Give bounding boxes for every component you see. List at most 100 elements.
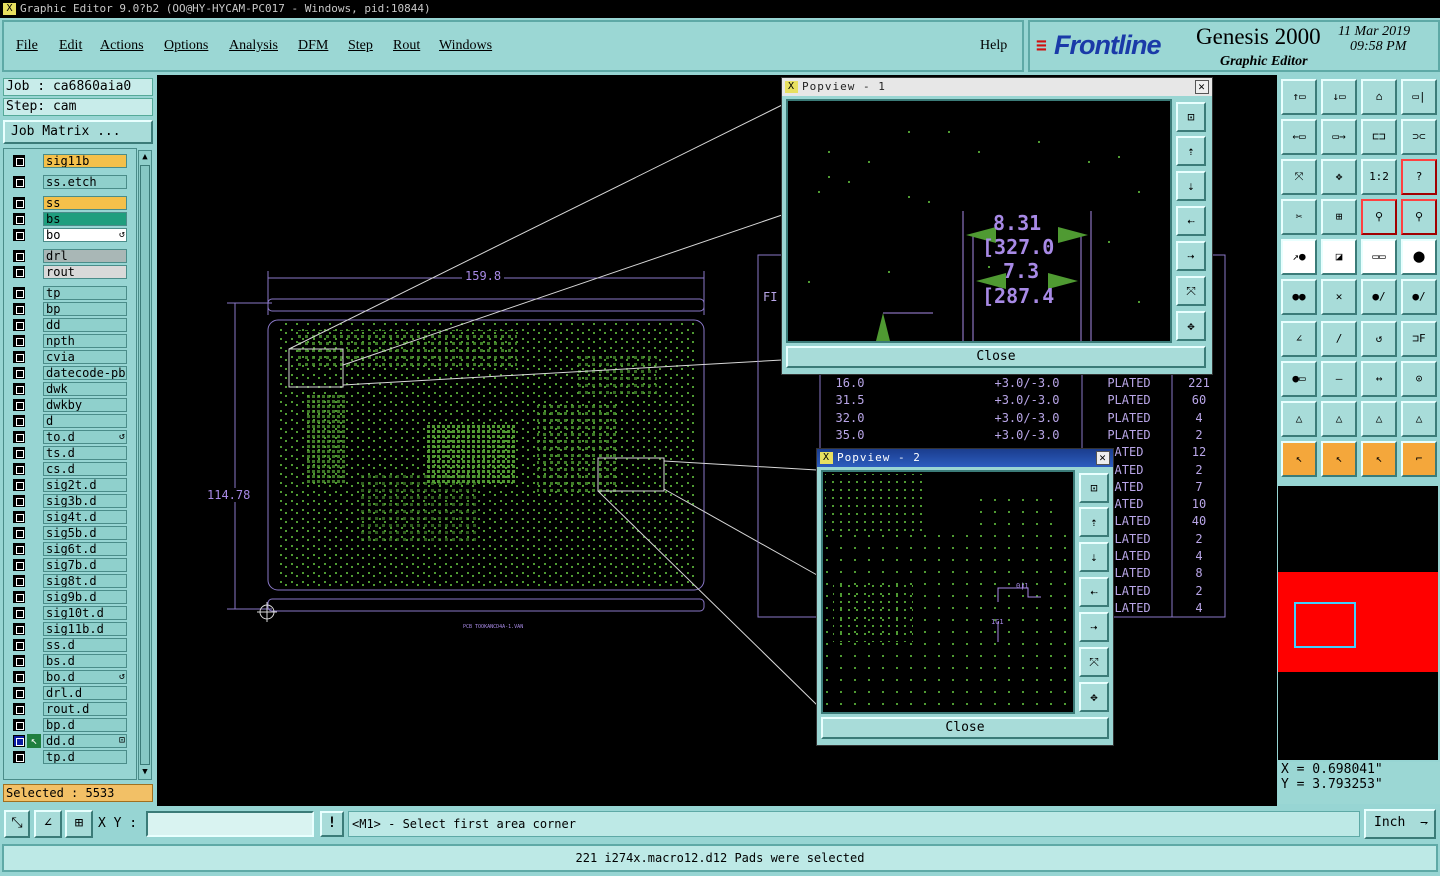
layer-snap-icon[interactable]: ⚲ xyxy=(1361,199,1397,235)
layer-checkbox[interactable] xyxy=(13,431,25,443)
home-icon[interactable]: ⌂ xyxy=(1361,79,1397,115)
menu-dfm[interactable]: DFM xyxy=(298,38,328,54)
layer-row[interactable]: ss xyxy=(11,196,127,210)
layer-row[interactable]: ts.d xyxy=(11,446,127,460)
layer-name[interactable]: bs xyxy=(43,212,127,226)
layer-row[interactable]: bs xyxy=(11,212,127,226)
layer-checkbox[interactable] xyxy=(13,351,25,363)
layer-checkbox[interactable] xyxy=(13,703,25,715)
layer-row[interactable]: sig6t.d xyxy=(11,542,127,556)
menu-actions[interactable]: Actions xyxy=(100,38,144,54)
layer-name[interactable]: ss xyxy=(43,196,127,210)
popview-2-pan-right-icon[interactable]: ⇢ xyxy=(1079,612,1109,642)
text-icon[interactable]: ⊐F xyxy=(1401,321,1437,357)
triangle4-icon[interactable]: △ xyxy=(1401,401,1437,437)
menu-analysis[interactable]: Analysis xyxy=(229,38,278,54)
popview-1-close-icon[interactable]: ✕ xyxy=(1195,80,1209,94)
layer-row[interactable]: sig10t.d xyxy=(11,606,127,620)
layer-checkbox[interactable] xyxy=(13,559,25,571)
popview-1-canvas[interactable]: 8.31 [327.0 7.3 [287.4 xyxy=(786,99,1172,343)
grid-icon[interactable]: ⊞ xyxy=(1321,199,1357,235)
popview-2-pan-down-icon[interactable]: ⇣ xyxy=(1079,542,1109,572)
layer-checkbox[interactable] xyxy=(13,415,25,427)
popview-1-zoom-in-icon[interactable]: ✥ xyxy=(1176,311,1206,341)
select-layer-icon[interactable]: ◪ xyxy=(1321,239,1357,275)
layer-name[interactable]: dd.d xyxy=(43,734,127,748)
popview-1-pan-down-icon[interactable]: ⇣ xyxy=(1176,171,1206,201)
layer-name[interactable]: bo.d xyxy=(43,670,127,684)
layer-name[interactable]: rout.d xyxy=(43,702,127,716)
pointer3-icon[interactable]: ↖ xyxy=(1361,441,1397,477)
layer-row[interactable]: rout.d xyxy=(11,702,127,716)
popview-1-zoom-home-icon[interactable]: ⊡ xyxy=(1176,102,1206,132)
layer-name[interactable]: ss.d xyxy=(43,638,127,652)
layer-name[interactable]: drl xyxy=(43,249,127,263)
scale-icon[interactable]: 1:2 xyxy=(1361,159,1397,195)
menu-file[interactable]: File xyxy=(16,38,38,54)
popview-2-zoom-home-icon[interactable]: ⊡ xyxy=(1079,473,1109,503)
angle-icon[interactable]: ∠ xyxy=(1281,321,1317,357)
layer-row[interactable]: ↖ dd.d ⊡ xyxy=(11,734,127,748)
layer-name[interactable]: bo xyxy=(43,228,127,242)
layer-name[interactable]: dwk xyxy=(43,382,127,396)
triangle3-icon[interactable]: △ xyxy=(1361,401,1397,437)
popview-2-canvas[interactable]: 0|1 1G1 xyxy=(821,470,1075,714)
layer-name[interactable]: d xyxy=(43,414,127,428)
popview-1-pan-up-icon[interactable]: ⇡ xyxy=(1176,136,1206,166)
layer-row[interactable]: sig5b.d xyxy=(11,526,127,540)
layer-name[interactable]: sig11b xyxy=(43,154,127,168)
layer-name[interactable]: bp.d xyxy=(43,718,127,732)
pad-icon[interactable]: ⬤ xyxy=(1401,239,1437,275)
layer-name[interactable]: sig11b.d xyxy=(43,622,127,636)
layer-checkbox[interactable] xyxy=(13,399,25,411)
popview-1-pan-left-icon[interactable]: ⇠ xyxy=(1176,206,1206,236)
snap-icon[interactable]: ⤡ xyxy=(4,810,30,838)
layer-name[interactable]: sig9b.d xyxy=(43,590,127,604)
layer-checkbox[interactable] xyxy=(13,176,25,188)
pan-right-icon[interactable]: ▭→ xyxy=(1321,119,1357,155)
layer-name[interactable]: tp xyxy=(43,286,127,300)
layer-name[interactable]: dwkby xyxy=(43,398,127,412)
zoom-down-icon[interactable]: ↓▭ xyxy=(1321,79,1357,115)
layer-row[interactable]: drl xyxy=(11,249,127,263)
layer-checkbox[interactable] xyxy=(13,671,25,683)
add-pad-icon[interactable]: ●▭ xyxy=(1281,361,1317,397)
layer-checkbox[interactable] xyxy=(13,250,25,262)
layer-snap2-icon[interactable]: ⚲ xyxy=(1401,199,1437,235)
layer-row[interactable]: sig7b.d xyxy=(11,558,127,572)
popview-1-pan-right-icon[interactable]: ⇢ xyxy=(1176,241,1206,271)
layer-checkbox[interactable] xyxy=(13,639,25,651)
connect-icon[interactable]: ●● xyxy=(1281,279,1317,315)
route-icon[interactable]: ⌐ xyxy=(1401,441,1437,477)
zoom-up-icon[interactable]: ↑▭ xyxy=(1281,79,1317,115)
help-icon[interactable]: ? xyxy=(1401,159,1437,195)
layer-row[interactable]: sig2t.d xyxy=(11,478,127,492)
layer-row[interactable]: sig11b.d xyxy=(11,622,127,636)
layer-name[interactable]: sig5b.d xyxy=(43,526,127,540)
contour-icon[interactable]: ⊙ xyxy=(1401,361,1437,397)
layer-name[interactable]: drl.d xyxy=(43,686,127,700)
layer-checkbox[interactable] xyxy=(13,266,25,278)
popview-2-close-icon[interactable]: ✕ xyxy=(1096,451,1110,465)
delete-icon[interactable]: ✕ xyxy=(1321,279,1357,315)
scroll-up-icon[interactable]: ▲ xyxy=(140,152,150,162)
layer-name[interactable]: to.d xyxy=(43,430,127,444)
layer-row[interactable]: cvia xyxy=(11,350,127,364)
scroll-thumb[interactable] xyxy=(140,165,150,765)
warning-icon[interactable]: ! xyxy=(320,811,344,837)
layer-name[interactable]: bp xyxy=(43,302,127,316)
layer-row[interactable]: cs.d xyxy=(11,462,127,476)
layer-checkbox[interactable] xyxy=(13,303,25,315)
layer-name[interactable]: dd xyxy=(43,318,127,332)
layer-row[interactable]: bp xyxy=(11,302,127,316)
layer-checkbox[interactable] xyxy=(13,197,25,209)
menu-step[interactable]: Step xyxy=(348,38,373,54)
job-matrix-button[interactable]: Job Matrix ... xyxy=(3,120,153,144)
pan-icon[interactable]: ✥ xyxy=(1321,159,1357,195)
layer-row[interactable]: d xyxy=(11,414,127,428)
select-feature-icon[interactable]: ↗● xyxy=(1281,239,1317,275)
layer-checkbox[interactable] xyxy=(13,623,25,635)
layer-row[interactable]: dwkby xyxy=(11,398,127,412)
layer-checkbox[interactable] xyxy=(13,155,25,167)
layer-row[interactable]: npth xyxy=(11,334,127,348)
